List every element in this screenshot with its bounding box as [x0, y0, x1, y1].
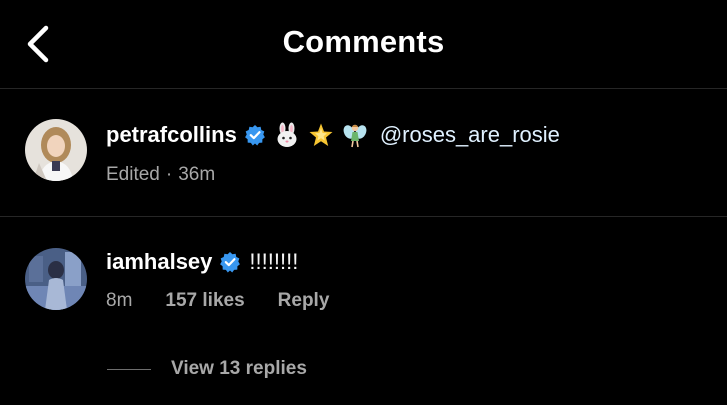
- comment-text-line: iamhalsey !!!!!!!!: [106, 247, 298, 277]
- reply-button[interactable]: Reply: [278, 290, 330, 312]
- comment-time: 36m: [178, 164, 216, 185]
- view-replies-button[interactable]: View 13 replies: [107, 358, 307, 380]
- comment-meta: Edited · 36m: [106, 163, 215, 187]
- page-title: Comments: [282, 24, 445, 59]
- likes-count[interactable]: 157 likes: [165, 290, 244, 312]
- glowing-star-emoji: [308, 122, 334, 148]
- comment-text-line: petrafcollins @roses_are_rosie: [106, 120, 560, 150]
- avatar-iamhalsey[interactable]: [25, 248, 87, 310]
- username-link[interactable]: iamhalsey: [106, 249, 212, 275]
- edited-label: Edited: [106, 164, 160, 185]
- rabbit-face-emoji: [274, 122, 300, 148]
- verified-badge-icon: [244, 124, 266, 146]
- replies-line-divider: [107, 368, 151, 370]
- mention-link[interactable]: @roses_are_rosie: [380, 122, 560, 148]
- comment-body: !!!!!!!!: [249, 249, 299, 274]
- header: Comments: [0, 0, 727, 88]
- comment-divider: [0, 216, 727, 217]
- view-replies-label: View 13 replies: [171, 358, 307, 379]
- verified-badge-icon: [219, 251, 241, 273]
- comment-time: 8m: [106, 290, 133, 311]
- avatar-petrafcollins[interactable]: [25, 119, 87, 181]
- fairy-emoji: [342, 122, 368, 148]
- meta-separator: ·: [165, 164, 173, 185]
- header-divider: [0, 88, 727, 89]
- comment-meta: 8m 157 likes Reply: [106, 289, 329, 313]
- username-link[interactable]: petrafcollins: [106, 122, 237, 148]
